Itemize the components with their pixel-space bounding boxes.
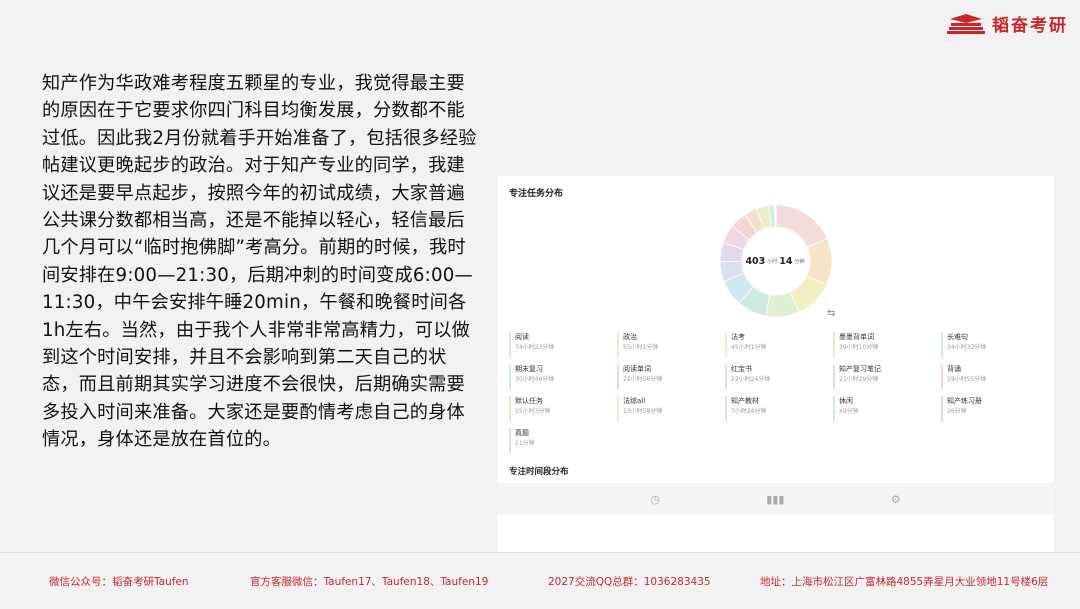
swap-arrows-icon[interactable]: ⇆ (827, 308, 835, 319)
section-title-time-distribution: 专注时间段分布 (509, 467, 569, 477)
task-name: 背诵 (947, 365, 961, 373)
task-name: 墨墨背单词 (839, 333, 874, 341)
focus-stats-panel: 专注任务分布 403 小时 14 分钟 ⇆ 阅读 74小时23分钟 政治 55小时1分… (497, 176, 1054, 552)
footer-address: 地址：上海市松江区广富林路4855弄星月大业领地11号楼6层 (760, 576, 1049, 588)
task-name: 期末复习 (515, 365, 543, 373)
task-distribution-donut: 403 小时 14 分钟 (719, 204, 833, 318)
task-duration: 21小时29分钟 (839, 376, 879, 383)
task-name: 知产复习笔记 (839, 365, 881, 373)
task-item[interactable]: 墨墨背单词 39小时10分钟 (833, 332, 941, 358)
task-name: 法考 (731, 333, 745, 341)
task-name: 默认任务 (515, 397, 543, 405)
total-minutes: 14 (779, 255, 793, 267)
article-text: 知产作为华政难考程度五颗星的专业，我觉得最主要的原因在于它要求你四门科目均衡发展… (42, 73, 477, 451)
task-duration: 45小时1分钟 (731, 344, 767, 351)
clock-icon[interactable]: ◷ (650, 493, 660, 506)
task-item[interactable]: 长难句 34小时32分钟 (941, 332, 1049, 358)
task-name: 知产练习册 (947, 397, 982, 405)
task-item[interactable]: 红宝书 22小时24分钟 (725, 364, 833, 390)
brand-name: 韬奋考研 (992, 15, 1068, 36)
book-stack-logo-icon (947, 14, 985, 34)
task-item[interactable]: 期末复习 30小时46分钟 (509, 364, 617, 390)
task-duration: 39小时10分钟 (839, 344, 879, 351)
bottom-tab-bar: ◷ ▮▮▮ ⚙ (497, 483, 1054, 515)
bar-chart-icon[interactable]: ▮▮▮ (766, 493, 784, 506)
task-duration: 26分钟 (947, 408, 967, 415)
task-name: 知产教材 (731, 397, 759, 405)
task-item[interactable]: 背诵 19小时55分钟 (941, 364, 1049, 390)
task-name: 阅读单词 (623, 365, 651, 373)
task-name: 红宝书 (731, 365, 752, 373)
task-item[interactable]: 真题 11分钟 (509, 428, 617, 454)
task-item[interactable]: 政治 55小时1分钟 (617, 332, 725, 358)
task-name: 法综all (623, 397, 646, 405)
task-duration: 7小时24分钟 (731, 408, 767, 415)
task-item[interactable]: 默认任务 15小时3分钟 (509, 396, 617, 422)
task-duration: 74小时23分钟 (515, 344, 555, 351)
task-duration: 13小时58分钟 (623, 408, 663, 415)
task-list: 阅读 74小时23分钟 政治 55小时1分钟 法考 45小时1分钟 墨墨背单词 39小时10分… (509, 332, 1049, 454)
brand-logo: 韬奋考研 (946, 10, 1068, 36)
task-item[interactable]: 知产教材 7小时24分钟 (725, 396, 833, 422)
task-item[interactable]: 法综all 13小时58分钟 (617, 396, 725, 422)
footer: 微信公众号：韬奋考研Taufen 官方客服微信：Taufen17、Taufen1… (0, 552, 1080, 609)
task-duration: 15小时3分钟 (515, 408, 551, 415)
task-name: 休闲 (839, 397, 853, 405)
task-duration: 55小时1分钟 (623, 344, 659, 351)
task-name: 真题 (515, 429, 529, 437)
task-name: 政治 (623, 333, 637, 341)
task-duration: 22小时56分钟 (623, 376, 663, 383)
task-name: 阅读 (515, 333, 529, 341)
task-duration: 19小时55分钟 (947, 376, 987, 383)
footer-service: 官方客服微信：Taufen17、Taufen18、Taufen19 (250, 576, 489, 588)
donut-total: 403 小时 14 分钟 (719, 204, 833, 318)
panel-title: 专注任务分布 (509, 189, 564, 199)
task-duration: 34小时32分钟 (947, 344, 987, 351)
task-name: 长难句 (947, 333, 968, 341)
task-item[interactable]: 阅读 74小时23分钟 (509, 332, 617, 358)
task-item[interactable]: 知产练习册 26分钟 (941, 396, 1049, 422)
task-duration: 49分钟 (839, 408, 859, 415)
gear-icon[interactable]: ⚙ (891, 493, 901, 506)
task-item[interactable]: 阅读单词 22小时56分钟 (617, 364, 725, 390)
total-hour-unit: 小时 (767, 258, 778, 265)
task-item[interactable]: 法考 45小时1分钟 (725, 332, 833, 358)
footer-wechat: 微信公众号：韬奋考研Taufen (49, 576, 189, 588)
task-duration: 30小时46分钟 (515, 376, 555, 383)
footer-qq: 2027交流QQ总群：1036283435 (548, 576, 711, 588)
task-item[interactable]: 休闲 49分钟 (833, 396, 941, 422)
total-minute-unit: 分钟 (794, 258, 805, 265)
task-duration: 22小时24分钟 (731, 376, 771, 383)
task-item[interactable]: 知产复习笔记 21小时29分钟 (833, 364, 941, 390)
task-duration: 11分钟 (515, 440, 535, 447)
total-hours: 403 (745, 255, 766, 267)
